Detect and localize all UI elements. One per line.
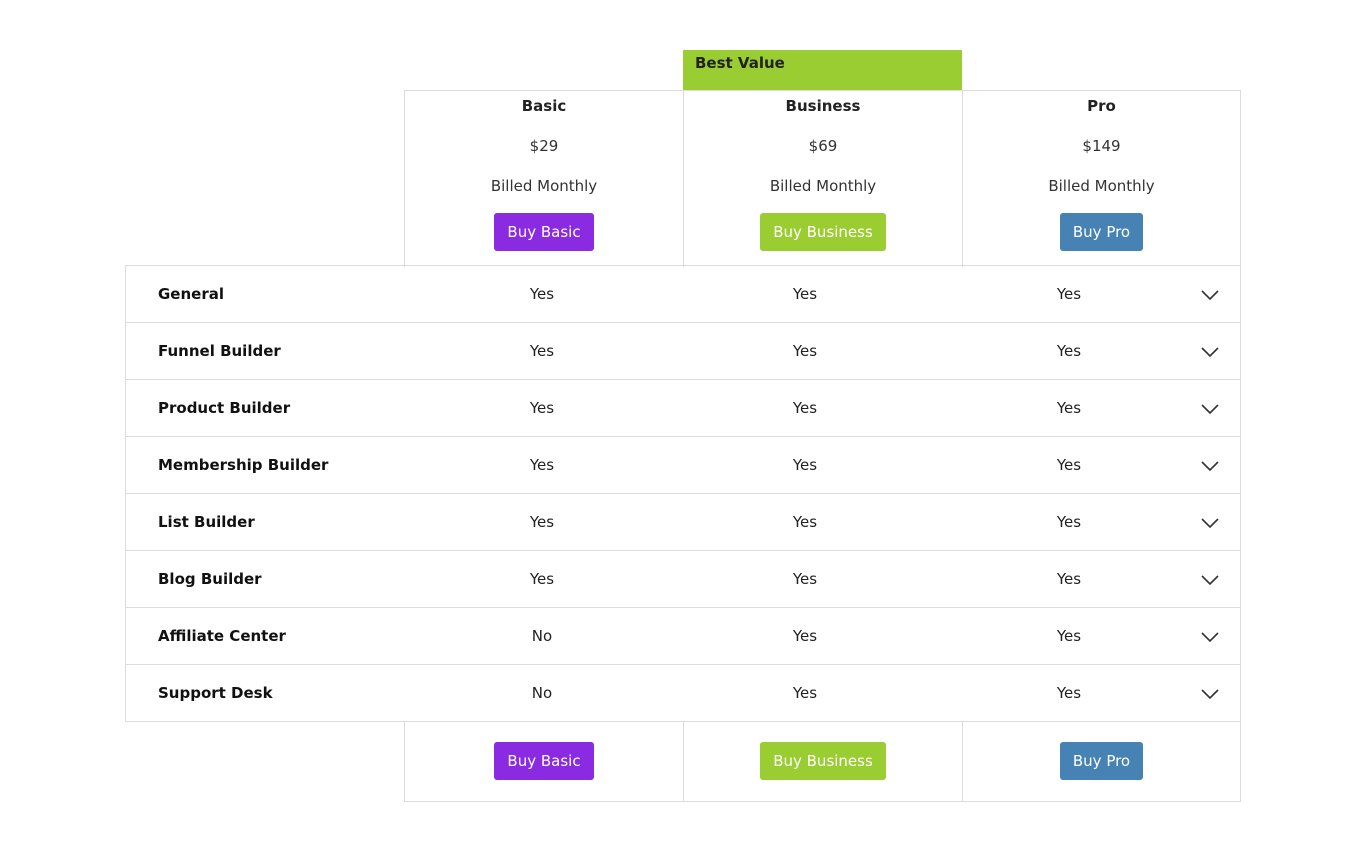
feature-value-business: Yes	[792, 684, 818, 702]
feature-value-basic: Yes	[529, 399, 555, 417]
plan-price: $149	[1082, 137, 1121, 155]
chevron-down-icon[interactable]	[1200, 627, 1220, 647]
plan-billing: Billed Monthly	[769, 177, 877, 195]
feature-row[interactable]: Membership Builder Yes Yes Yes	[126, 437, 1240, 494]
plans-footer: Buy Basic Buy Business Buy Pro	[404, 721, 1241, 802]
chevron-down-icon[interactable]	[1200, 513, 1220, 533]
feature-row[interactable]: Blog Builder Yes Yes Yes	[126, 551, 1240, 608]
chevron-down-icon[interactable]	[1200, 456, 1220, 476]
feature-name: Support Desk	[158, 684, 273, 702]
plan-billing: Billed Monthly	[1048, 177, 1155, 195]
feature-name: Product Builder	[158, 399, 291, 417]
plan-business: Business $69 Billed Monthly Buy Business	[683, 91, 962, 267]
feature-row[interactable]: List Builder Yes Yes Yes	[126, 494, 1240, 551]
plan-basic: Basic $29 Billed Monthly Buy Basic	[404, 91, 683, 267]
feature-value-pro: Yes	[1056, 342, 1082, 360]
feature-value-basic: Yes	[529, 342, 555, 360]
plan-price: $69	[808, 137, 838, 155]
plan-name: Pro	[1087, 97, 1116, 115]
feature-value-business: Yes	[792, 342, 818, 360]
feature-value-basic: No	[531, 627, 553, 645]
footer-col-basic: Buy Basic	[404, 721, 683, 801]
chevron-down-icon[interactable]	[1200, 285, 1220, 305]
chevron-down-icon[interactable]	[1200, 684, 1220, 704]
feature-name: Blog Builder	[158, 570, 262, 588]
feature-value-pro: Yes	[1056, 285, 1082, 303]
feature-row[interactable]: General Yes Yes Yes	[126, 266, 1240, 323]
feature-value-pro: Yes	[1056, 399, 1082, 417]
feature-value-pro: Yes	[1056, 456, 1082, 474]
plans-header: Basic $29 Billed Monthly Buy Basic Busin…	[404, 90, 1241, 267]
best-value-badge: Best Value	[683, 50, 962, 90]
buy-pro-button[interactable]: Buy Pro	[1059, 213, 1144, 251]
buy-business-button[interactable]: Buy Business	[760, 742, 886, 780]
feature-value-business: Yes	[792, 570, 818, 588]
feature-row[interactable]: Product Builder Yes Yes Yes	[126, 380, 1240, 437]
feature-name: General	[158, 285, 224, 303]
feature-value-pro: Yes	[1056, 513, 1082, 531]
feature-value-basic: Yes	[529, 570, 555, 588]
feature-name: Affiliate Center	[158, 627, 286, 645]
feature-value-basic: Yes	[529, 456, 555, 474]
feature-name: List Builder	[158, 513, 255, 531]
feature-value-business: Yes	[792, 285, 818, 303]
buy-basic-button[interactable]: Buy Basic	[494, 213, 594, 251]
feature-row[interactable]: Funnel Builder Yes Yes Yes	[126, 323, 1240, 380]
feature-value-business: Yes	[792, 513, 818, 531]
buy-business-button[interactable]: Buy Business	[760, 213, 886, 251]
feature-value-business: Yes	[792, 399, 818, 417]
chevron-down-icon[interactable]	[1200, 342, 1220, 362]
footer-col-pro: Buy Pro	[962, 721, 1241, 801]
chevron-down-icon[interactable]	[1200, 399, 1220, 419]
feature-value-basic: No	[531, 684, 553, 702]
feature-value-business: Yes	[792, 627, 818, 645]
plan-price: $29	[529, 137, 559, 155]
plan-pro: Pro $149 Billed Monthly Buy Pro	[962, 91, 1241, 267]
plan-billing: Billed Monthly	[490, 177, 598, 195]
feature-row[interactable]: Support Desk No Yes Yes	[126, 665, 1240, 721]
plan-name: Business	[785, 97, 861, 115]
feature-value-pro: Yes	[1056, 627, 1082, 645]
feature-value-basic: Yes	[529, 285, 555, 303]
feature-comparison-table: General Yes Yes Yes Funnel Builder Yes Y…	[125, 265, 1241, 722]
feature-name: Funnel Builder	[158, 342, 281, 360]
feature-value-business: Yes	[792, 456, 818, 474]
plan-name: Basic	[521, 97, 567, 115]
feature-value-pro: Yes	[1056, 570, 1082, 588]
feature-name: Membership Builder	[158, 456, 329, 474]
feature-value-pro: Yes	[1056, 684, 1082, 702]
feature-row[interactable]: Affiliate Center No Yes Yes	[126, 608, 1240, 665]
chevron-down-icon[interactable]	[1200, 570, 1220, 590]
feature-value-basic: Yes	[529, 513, 555, 531]
footer-col-business: Buy Business	[683, 721, 962, 801]
buy-basic-button[interactable]: Buy Basic	[494, 742, 594, 780]
buy-pro-button[interactable]: Buy Pro	[1059, 742, 1144, 780]
